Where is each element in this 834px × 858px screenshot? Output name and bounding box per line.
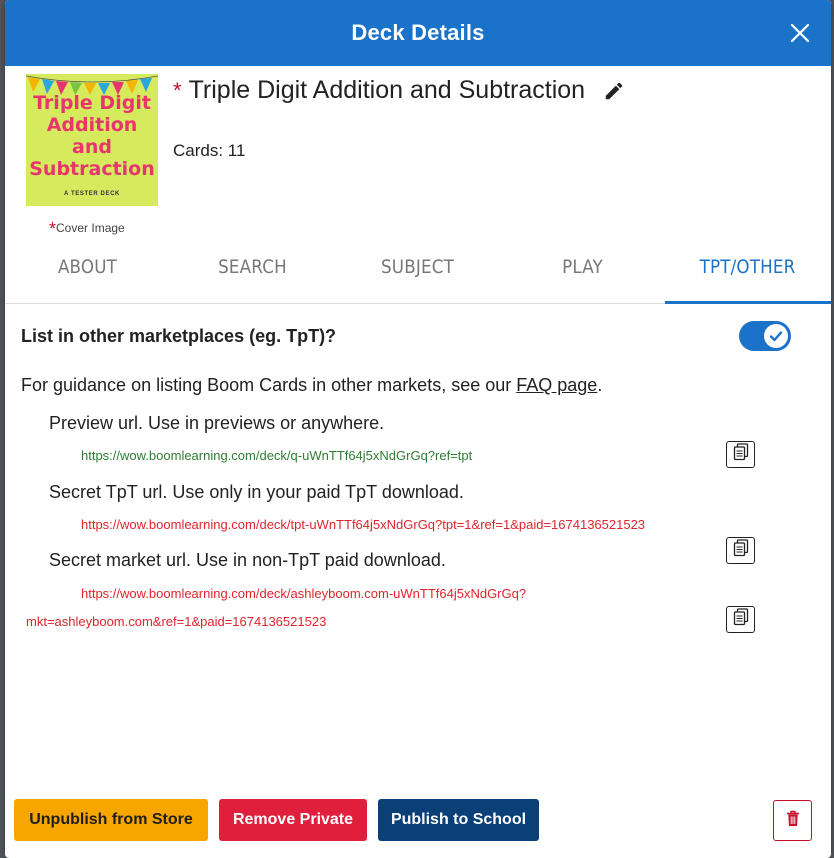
tab-bar: ABOUT SEARCH SUBJECT PLAY TPT/OTHER [5,236,831,304]
trash-icon [786,810,800,832]
check-icon [764,324,788,348]
faq-link[interactable]: FAQ page [516,375,597,395]
dialog-title: Deck Details [351,20,485,45]
dialog-header: Deck Details [5,0,831,66]
delete-deck-button[interactable] [773,800,812,841]
publish-to-school-button[interactable]: Publish to School [378,799,539,841]
marketplace-question: List in other marketplaces (eg. TpT)? [21,326,337,346]
close-icon[interactable] [787,20,813,46]
deck-title: * Triple Digit Addition and Subtraction [173,76,625,105]
copy-icon [733,443,749,466]
cards-count: Cards: 11 [173,141,246,160]
secret-market-url-line1[interactable]: https://wow.boomlearning.com/deck/ashley… [81,586,526,601]
pencil-icon[interactable] [603,80,625,102]
required-marker: * [173,77,182,103]
secret-tpt-url[interactable]: https://wow.boomlearning.com/deck/tpt-uW… [81,517,645,532]
copy-preview-url-button[interactable] [726,441,755,468]
copy-icon [733,539,749,562]
active-tab-indicator [665,301,831,304]
cover-image[interactable]: Triple Digit Addition and Subtraction A … [26,74,158,206]
remove-private-button[interactable]: Remove Private [219,799,367,841]
cover-image-label: *Cover Image [49,219,125,239]
tab-about[interactable]: ABOUT [15,236,160,303]
deck-info: Triple Digit Addition and Subtraction A … [5,66,831,239]
marketplace-toggle[interactable] [739,321,791,351]
secret-tpt-url-label: Secret TpT url. Use only in your paid Tp… [49,482,464,502]
tab-search[interactable]: SEARCH [180,236,325,303]
cover-subtitle: A TESTER DECK [64,191,120,197]
secret-market-url-label: Secret market url. Use in non-TpT paid d… [49,550,446,570]
tab-subject[interactable]: SUBJECT [345,236,490,303]
preview-url-label: Preview url. Use in previews or anywhere… [49,413,385,433]
unpublish-from-store-button[interactable]: Unpublish from Store [14,799,208,841]
deck-title-text: Triple Digit Addition and Subtraction [188,76,586,104]
copy-secret-market-url-button[interactable] [726,606,755,633]
secret-market-url-line2[interactable]: mkt=ashleyboom.com&ref=1&paid=1674136521… [26,614,326,629]
guidance-text: For guidance on listing Boom Cards in ot… [21,375,603,395]
preview-url[interactable]: https://wow.boomlearning.com/deck/q-uWnT… [81,448,472,463]
copy-secret-tpt-url-button[interactable] [726,537,755,564]
tab-play[interactable]: PLAY [510,236,655,303]
cover-title: Triple Digit Addition and Subtraction [29,92,155,180]
copy-icon [733,608,749,631]
tab-tpt-other[interactable]: TPT/OTHER [675,236,820,303]
